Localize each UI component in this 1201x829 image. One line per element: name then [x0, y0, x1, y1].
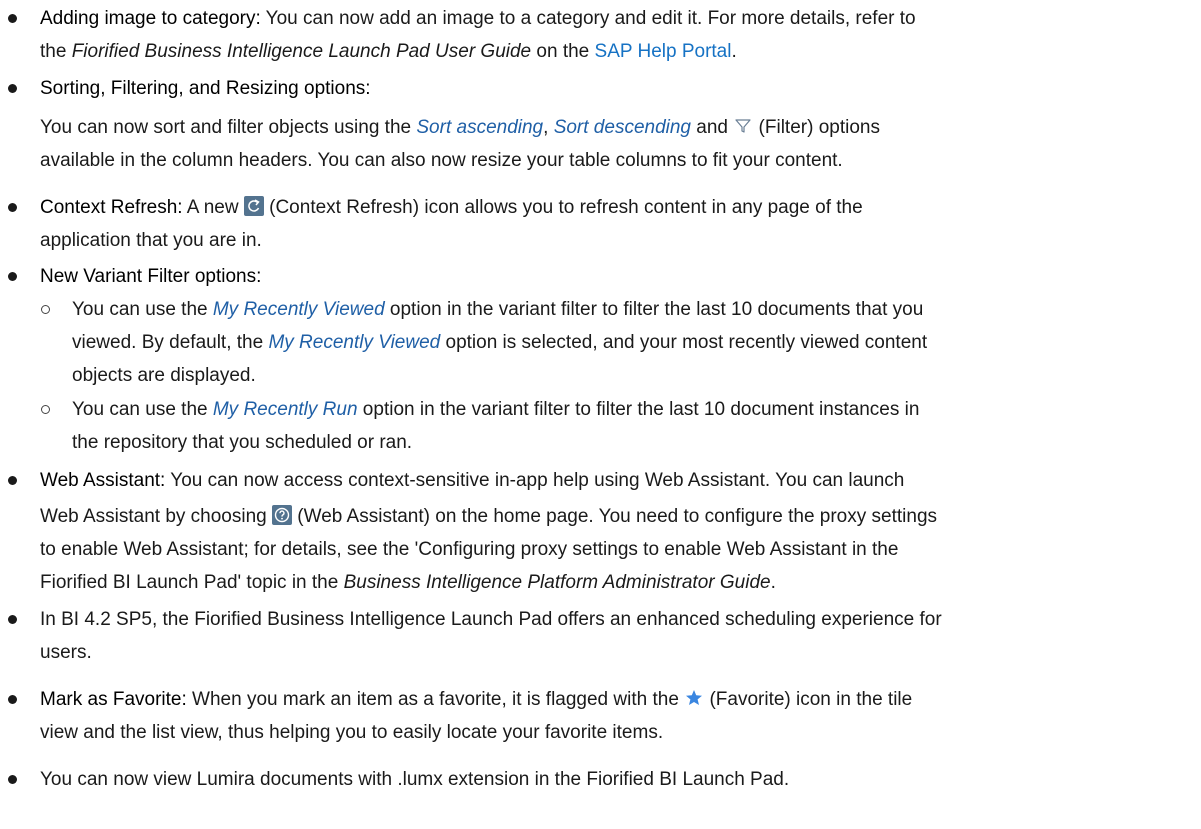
text: You can use the [72, 299, 213, 320]
list-item-content: You can use the My Recently Run option i… [72, 393, 1195, 459]
text: users. [40, 642, 92, 663]
list-item-content: New Variant Filter options: [40, 260, 1195, 293]
sub-list-item-recently-viewed: You can use the My Recently Viewed optio… [0, 293, 1195, 393]
text: on the [531, 41, 595, 62]
list-item-favorite: Mark as Favorite: When you mark an item … [0, 683, 1195, 753]
context-refresh-icon [243, 196, 264, 216]
list-item-content: Mark as Favorite: When you mark an item … [40, 683, 1195, 749]
text: the [40, 41, 72, 62]
text: You can now access context-sensitive in-… [165, 470, 905, 491]
my-recently-viewed-term: My Recently Viewed [212, 299, 385, 320]
bullet [8, 84, 17, 93]
text: viewed. By default, the [72, 332, 269, 353]
admin-guide-title: Business Intelligence Platform Administr… [343, 572, 771, 593]
list-item-content: You can now view Lumira documents with .… [40, 763, 1195, 796]
sap-help-portal-link[interactable]: SAP Help Portal [595, 41, 732, 62]
term-label: Sorting, Filtering, and Resizing options… [40, 78, 371, 99]
term-label: Context Refresh: [40, 197, 183, 218]
term-label: Adding image to category: [40, 8, 261, 29]
favorite-star-icon [684, 686, 704, 706]
text: (Web Assistant) on the home page. You ne… [292, 506, 938, 527]
text: (Favorite) icon in the tile [704, 689, 913, 710]
list-item-content: Sorting, Filtering, and Resizing options… [40, 72, 1195, 177]
text: available in the column headers. You can… [40, 150, 843, 171]
list-item-lumira: You can now view Lumira documents with .… [0, 763, 1195, 796]
filter-icon [733, 114, 753, 134]
bullet [8, 203, 17, 212]
sort-ascending-term: Sort ascending [416, 117, 544, 138]
text: You can now sort and filter objects usin… [40, 117, 417, 138]
text: (Filter) options [753, 117, 880, 138]
list-item-adding-image: Adding image to category: You can now ad… [0, 2, 1195, 72]
sub-list-item-recently-run: You can use the My Recently Run option i… [0, 393, 1195, 460]
sort-descending-term: Sort descending [553, 117, 692, 138]
text: application that you are in. [40, 230, 262, 251]
text: , [543, 117, 554, 138]
text: objects are displayed. [72, 365, 256, 386]
list-item-scheduling: In BI 4.2 SP5, the Fiorified Business In… [0, 603, 1195, 673]
text: and [691, 117, 734, 138]
text: When you mark an item as a favorite, it … [186, 689, 685, 710]
text: (Context Refresh) icon allows you to ref… [263, 197, 863, 218]
list-item-content: Web Assistant: You can now access contex… [40, 464, 1195, 599]
term-label: New Variant Filter options: [40, 266, 262, 287]
text: In BI 4.2 SP5, the Fiorified Business In… [40, 609, 942, 630]
text: view and the list view, thus helping you… [40, 722, 664, 743]
list-item-context-refresh: Context Refresh: A new (Context Refresh)… [0, 191, 1195, 261]
text: option in the variant filter to filter t… [384, 299, 924, 320]
text: option in the variant filter to filter t… [357, 399, 920, 420]
guide-title: Fiorified Business Intelligence Launch P… [71, 41, 532, 62]
text: . [731, 41, 737, 62]
list-item-sorting: Sorting, Filtering, and Resizing options… [0, 72, 1195, 182]
term-label: Mark as Favorite: [40, 689, 187, 710]
list-item-variant-filter: New Variant Filter options: [0, 260, 1195, 293]
term-label: Web Assistant: [40, 470, 166, 491]
bullet [8, 695, 17, 704]
text: You can now view Lumira documents with .… [40, 769, 790, 790]
bullet [8, 272, 17, 281]
list-item-content: In BI 4.2 SP5, the Fiorified Business In… [40, 603, 1195, 669]
list-item-content: Context Refresh: A new (Context Refresh)… [40, 191, 1195, 257]
text: A new [182, 197, 244, 218]
my-recently-run-term: My Recently Run [212, 399, 358, 420]
text: You can use the [72, 399, 213, 420]
text: option is selected, and your most recent… [440, 332, 928, 353]
text: the repository that you scheduled or ran… [72, 432, 413, 453]
list-item-web-assistant: Web Assistant: You can now access contex… [0, 464, 1195, 604]
text: . [770, 572, 776, 593]
list-item-content: You can use the My Recently Viewed optio… [72, 293, 1195, 392]
web-assistant-icon [272, 505, 292, 525]
sub-bullet [41, 305, 50, 314]
text: to enable Web Assistant; for details, se… [40, 539, 899, 560]
text: You can now add an image to a category a… [260, 8, 916, 29]
bullet [8, 775, 17, 784]
sub-bullet [41, 405, 50, 414]
my-recently-viewed-term: My Recently Viewed [268, 332, 441, 353]
text: Web Assistant by choosing [40, 506, 272, 527]
bullet [8, 615, 17, 624]
bullet [8, 476, 17, 485]
text: Fiorified BI Launch Pad' topic in the [40, 572, 344, 593]
bullet [8, 14, 17, 23]
list-item-content: Adding image to category: You can now ad… [40, 2, 1195, 68]
